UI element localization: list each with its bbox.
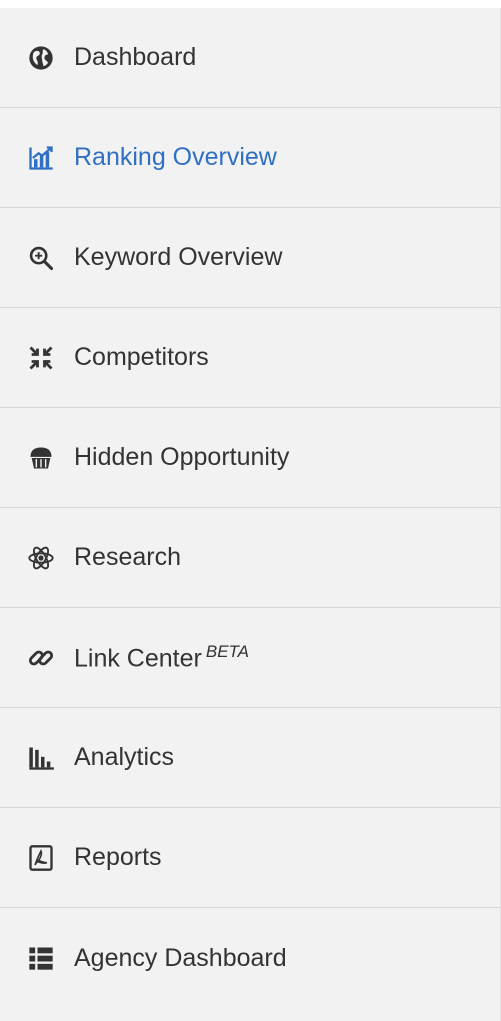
bar-chart-icon	[24, 741, 58, 775]
sidebar-item-label: Research	[74, 543, 181, 571]
sidebar-item-label: Competitors	[74, 343, 209, 371]
sidebar-item-research[interactable]: Research	[0, 508, 500, 608]
sidebar-item-label-text: Link Center	[74, 644, 202, 673]
sidebar-item-label: Hidden Opportunity	[74, 443, 290, 471]
globe-icon	[24, 41, 58, 75]
sidebar-item-link-center[interactable]: Link Center BETA	[0, 608, 500, 708]
sidebar-item-agency-dashboard[interactable]: Agency Dashboard	[0, 908, 500, 1008]
sidebar-item-keyword-overview[interactable]: Keyword Overview	[0, 208, 500, 308]
sidebar-item-reports[interactable]: Reports	[0, 808, 500, 908]
sidebar-item-analytics[interactable]: Analytics	[0, 708, 500, 808]
beta-badge: BETA	[205, 641, 249, 661]
link-icon	[24, 641, 58, 675]
cupcake-icon	[24, 441, 58, 475]
sidebar-item-label: Keyword Overview	[74, 243, 283, 271]
sidebar-nav: Dashboard Ranking Overview Keyword Overv…	[0, 8, 500, 1008]
sidebar-item-label: Ranking Overview	[74, 143, 277, 171]
sidebar-item-label: Link Center BETA	[74, 642, 249, 673]
sidebar: Dashboard Ranking Overview Keyword Overv…	[0, 8, 501, 1021]
sidebar-item-ranking-overview[interactable]: Ranking Overview	[0, 108, 500, 208]
sidebar-item-label: Reports	[74, 843, 162, 871]
search-icon	[24, 241, 58, 275]
sidebar-item-label: Agency Dashboard	[74, 943, 287, 972]
ranking-chart-icon	[24, 141, 58, 175]
list-icon	[24, 941, 58, 975]
atom-icon	[24, 541, 58, 575]
sidebar-item-label: Dashboard	[74, 43, 197, 71]
sidebar-item-dashboard[interactable]: Dashboard	[0, 8, 500, 108]
pdf-icon	[24, 841, 58, 875]
sidebar-item-competitors[interactable]: Competitors	[0, 308, 500, 408]
sidebar-item-hidden-opportunity[interactable]: Hidden Opportunity	[0, 408, 500, 508]
compress-arrows-icon	[24, 341, 58, 375]
sidebar-item-label: Analytics	[74, 743, 175, 771]
